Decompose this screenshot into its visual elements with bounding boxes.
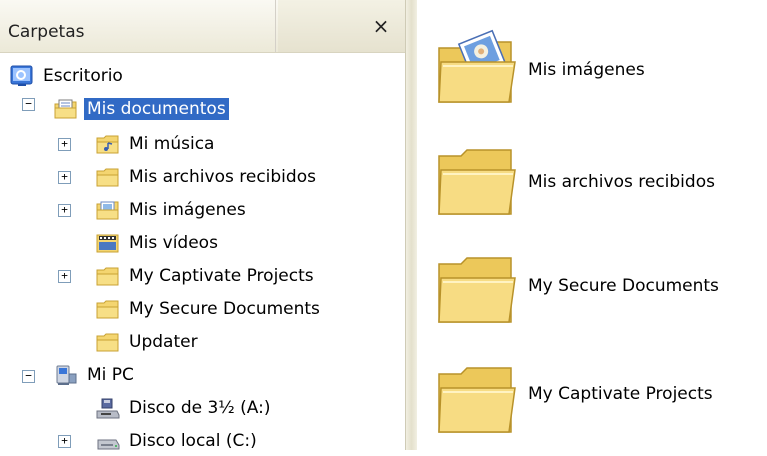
tree-item-local-disk[interactable]: Disco local (C:) [96, 426, 260, 456]
tree-item-mis-imagenes[interactable]: Mis imágenes [96, 195, 249, 225]
tree-item-label: Mis imágenes [129, 200, 246, 220]
pane-splitter[interactable] [405, 0, 417, 450]
content-item-label: Mis imágenes [528, 60, 645, 80]
tree-item-mi-pc[interactable]: Mi PC [54, 360, 137, 390]
pictures-folder-large-icon [427, 22, 527, 112]
folders-pane: Carpetas × Escritorio − Mis documentos +… [0, 0, 405, 451]
folder-large-icon [427, 242, 527, 332]
tree-item-label: Mis vídeos [129, 233, 218, 253]
tree-item-label: My Captivate Projects [129, 266, 314, 286]
tree-item-label: Mi música [129, 134, 215, 154]
close-pane-button[interactable]: × [369, 14, 393, 38]
contents-pane: Mis imágenes Mis archivos recibidos My S… [417, 0, 767, 450]
tree-item-floppy-drive[interactable]: Disco de 3½ (A:) [96, 393, 274, 423]
tree-item-label: Disco de 3½ (A:) [129, 398, 271, 418]
content-item-my-secure-documents[interactable]: My Secure Documents [417, 242, 767, 332]
content-item-my-captivate-projects[interactable]: My Captivate Projects [417, 352, 767, 442]
tree-item-label: Updater [129, 332, 198, 352]
tree-item-label: Escritorio [43, 66, 123, 86]
hard-drive-icon [96, 430, 120, 452]
my-documents-icon [54, 98, 78, 120]
tree-item-my-secure-documents[interactable]: My Secure Documents [96, 294, 323, 324]
collapse-toggle[interactable]: − [22, 98, 35, 111]
collapse-toggle[interactable]: − [22, 370, 35, 383]
tree-item-mis-archivos-recibidos[interactable]: Mis archivos recibidos [96, 162, 319, 192]
content-item-label: My Secure Documents [528, 276, 719, 296]
tree-item-label: My Secure Documents [129, 299, 320, 319]
expand-toggle[interactable]: + [58, 204, 71, 217]
videos-folder-icon [96, 232, 120, 254]
tree-item-mis-documentos[interactable]: Mis documentos [54, 94, 229, 124]
expand-toggle[interactable]: + [58, 138, 71, 151]
expand-toggle[interactable]: + [58, 171, 71, 184]
content-item-mis-archivos-recibidos[interactable]: Mis archivos recibidos [417, 134, 767, 224]
tree-item-label: Disco local (C:) [129, 431, 257, 451]
folder-icon [96, 265, 120, 287]
tree-item-mis-videos[interactable]: Mis vídeos [96, 228, 221, 258]
expand-toggle[interactable]: + [58, 435, 71, 448]
tree-item-label: Mis documentos [84, 98, 229, 120]
folder-icon [96, 298, 120, 320]
expand-toggle[interactable]: + [58, 270, 71, 283]
folders-pane-header: Carpetas × [0, 0, 405, 53]
content-item-label: My Captivate Projects [528, 384, 713, 404]
folder-icon [96, 166, 120, 188]
folder-large-icon [427, 352, 527, 442]
tree-item-updater[interactable]: Updater [96, 327, 201, 357]
content-item-label: Mis archivos recibidos [528, 172, 715, 192]
tree-item-my-captivate-projects[interactable]: My Captivate Projects [96, 261, 317, 291]
tree-item-escritorio[interactable]: Escritorio [10, 61, 126, 91]
my-computer-icon [54, 364, 78, 386]
desktop-icon [10, 65, 34, 87]
folders-pane-title: Carpetas [8, 22, 85, 42]
tree-item-label: Mis archivos recibidos [129, 167, 316, 187]
folder-large-icon [427, 134, 527, 224]
folder-icon [96, 331, 120, 353]
tree-item-label: Mi PC [87, 365, 134, 385]
content-item-mis-imagenes[interactable]: Mis imágenes [417, 22, 767, 112]
music-folder-icon [96, 133, 120, 155]
tree-item-mi-musica[interactable]: Mi música [96, 129, 217, 159]
pictures-folder-icon [96, 199, 120, 221]
floppy-drive-icon [96, 397, 120, 419]
